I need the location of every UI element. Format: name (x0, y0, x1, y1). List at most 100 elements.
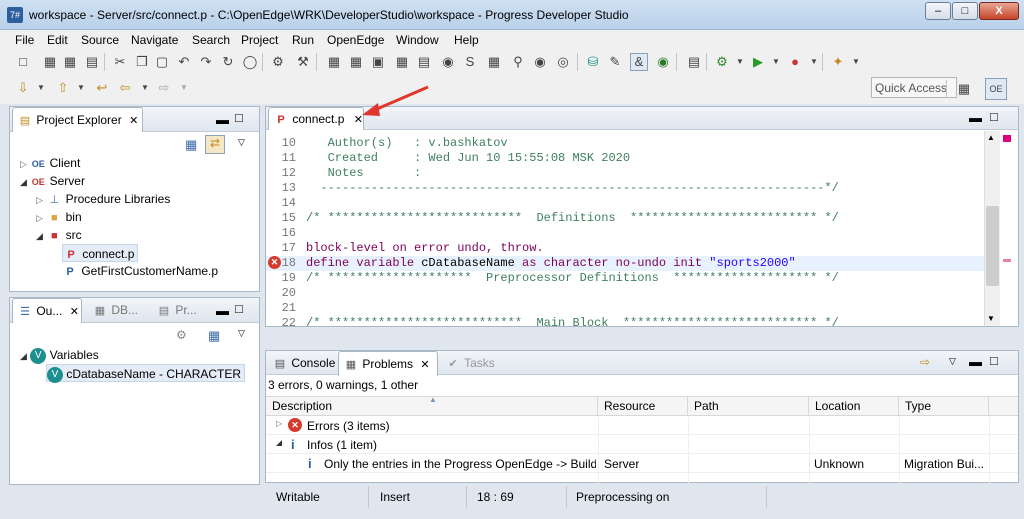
stop-icon[interactable]: ◯ (242, 54, 258, 70)
open-perspective-icon[interactable]: ▦ (956, 81, 972, 97)
error-marker-icon[interactable]: ✕ (268, 256, 281, 269)
tree-item-client[interactable]: ▷ OE Client (20, 154, 80, 172)
minimize-button[interactable]: – (925, 2, 951, 20)
tab-project-explorer[interactable]: ▤ Project Explorer ✕ (12, 107, 143, 132)
forward-dropdown-icon[interactable]: ▼ (176, 80, 192, 96)
new-file-icon[interactable]: □ (15, 54, 31, 70)
back-icon[interactable]: ⇦ (117, 80, 133, 96)
tab-tasks[interactable]: ✔ Tasks (441, 351, 501, 376)
code-line[interactable]: 22 /* *************************** Main Bl… (266, 316, 984, 326)
last-edit-icon[interactable]: ↩ (94, 80, 110, 96)
close-tab-icon[interactable]: ✕ (70, 306, 79, 318)
tree-item-bin[interactable]: ▷ ■ bin (36, 208, 82, 226)
tab-console[interactable]: ▤ Console (268, 351, 336, 376)
code-line[interactable]: 11 Created : Wed Jun 10 15:55:08 MSK 202… (266, 151, 984, 166)
maximize-view-icon[interactable]: □ (235, 301, 243, 316)
cut-icon[interactable]: ✂ (112, 54, 128, 70)
maximize-view-icon[interactable]: □ (235, 110, 243, 125)
tree-item-procedure-libraries[interactable]: ▷ ⊥ Procedure Libraries (36, 190, 170, 208)
column-resource[interactable]: Resource (598, 397, 688, 416)
wand-icon[interactable]: ✦ (830, 54, 846, 70)
tab-outline[interactable]: ☰ Ou... ✕ (12, 298, 82, 323)
code-line[interactable]: 12 Notes : (266, 166, 984, 181)
column-path[interactable]: Path (688, 397, 809, 416)
zoom-icon[interactable]: ⚲ (510, 54, 526, 70)
wand-dropdown-icon[interactable]: ▼ (848, 54, 864, 70)
column-location[interactable]: Location (809, 397, 899, 416)
copy-icon[interactable]: ❐ (134, 54, 150, 70)
quick-access-field[interactable]: Quick Access (871, 77, 957, 98)
menu-file[interactable]: File (15, 33, 34, 47)
refresh-icon[interactable]: ↻ (220, 54, 236, 70)
print-icon[interactable]: ▤ (84, 54, 100, 70)
prev-annotation-icon[interactable]: ⇧ (55, 80, 71, 96)
next-annotation-icon[interactable]: ⇩ (15, 80, 31, 96)
ampersand-toggle-icon[interactable]: & (630, 53, 648, 71)
earth-icon[interactable]: ◉ (655, 54, 671, 70)
debug-person-icon[interactable]: ◉ (440, 54, 456, 70)
database-icon[interactable]: ⛁ (585, 54, 601, 70)
maximize-editor-icon[interactable]: □ (990, 109, 998, 124)
forward-icon[interactable]: ⇨ (156, 80, 172, 96)
oe-perspective-icon[interactable]: OE (985, 78, 1007, 100)
code-line[interactable]: 20 (266, 286, 984, 301)
code-area[interactable]: 10 Author(s) : v.bashkatov 11 Created : W… (266, 131, 984, 326)
build-icon[interactable]: ⚒ (295, 54, 311, 70)
maximize-view-icon[interactable]: □ (990, 353, 998, 368)
layout-icon[interactable]: ▦ (394, 54, 410, 70)
minimize-view-icon[interactable]: ▬ (216, 112, 229, 127)
redo-icon[interactable]: ↷ (198, 54, 214, 70)
code-line[interactable]: 21 (266, 301, 984, 316)
data-icon[interactable]: ▦ (486, 54, 502, 70)
external-tools-icon[interactable]: ● (787, 54, 803, 70)
run-icon[interactable]: ▶ (750, 54, 766, 70)
code-line[interactable]: 16 (266, 226, 984, 241)
code-line[interactable]: 10 Author(s) : v.bashkatov (266, 136, 984, 151)
grid-icon[interactable]: ▦ (348, 54, 364, 70)
outline-item-cdatabasename[interactable]: V cDatabaseName - CHARACTER (46, 364, 246, 383)
tree-item-getfirstcustomername-p[interactable]: P GetFirstCustomerName.p (62, 262, 218, 280)
menu-navigate[interactable]: Navigate (131, 33, 178, 47)
menu-window[interactable]: Window (396, 33, 439, 47)
view-menu-icon[interactable]: ▽ (238, 328, 245, 339)
sql-icon[interactable]: S (462, 54, 478, 70)
code-line[interactable]: 13 -------------------------------------… (266, 181, 984, 196)
debug-gear-icon[interactable]: ⚙ (714, 54, 730, 70)
scroll-down-icon[interactable]: ▼ (987, 314, 995, 323)
tab-db-navigator[interactable]: ▦ DB... (88, 298, 150, 323)
page-icon[interactable]: ▤ (686, 54, 702, 70)
close-button[interactable]: X (979, 2, 1019, 20)
table-row[interactable]: i Only the entries in the Progress OpenE… (266, 455, 1018, 473)
menu-search[interactable]: Search (192, 33, 230, 47)
menu-project[interactable]: Project (241, 33, 278, 47)
maximize-button[interactable]: □ (952, 2, 978, 20)
column-type[interactable]: Type (899, 397, 989, 416)
minimize-view-icon[interactable]: ▬ (216, 303, 229, 318)
code-line[interactable]: 15 /* *************************** Definit… (266, 211, 984, 226)
menu-openedge[interactable]: OpenEdge (327, 33, 384, 47)
save-icon[interactable]: ▦ (42, 54, 58, 70)
next-annotation-dropdown-icon[interactable]: ▼ (33, 80, 49, 96)
tree-item-connect-p[interactable]: P connect.p (62, 244, 139, 262)
tab-properties[interactable]: ▤ Pr... (152, 298, 214, 323)
code-line[interactable]: 17 block-level on error undo, throw. (266, 241, 984, 256)
collapse-all-icon[interactable]: ▦ (185, 137, 197, 153)
scrollbar-thumb[interactable] (986, 206, 999, 286)
code-line[interactable]: 19 /* ******************** Preprocessor D… (266, 271, 984, 286)
compile-icon[interactable]: ⚙ (270, 54, 286, 70)
brush-icon[interactable]: ✎ (607, 54, 623, 70)
overview-error-marker[interactable] (1003, 135, 1011, 142)
scroll-up-icon[interactable]: ▲ (987, 133, 995, 142)
close-tab-icon[interactable]: ✕ (420, 359, 429, 371)
back-dropdown-icon[interactable]: ▼ (137, 80, 153, 96)
minimize-editor-icon[interactable]: ▬ (969, 110, 982, 125)
run-dropdown-icon[interactable]: ▼ (768, 54, 784, 70)
window-icon[interactable]: ▣ (370, 54, 386, 70)
menu-help[interactable]: Help (454, 33, 479, 47)
view-menu-icon[interactable]: ▽ (949, 356, 956, 367)
focus-icon[interactable]: ⇨ (920, 355, 930, 369)
collapse-all-icon[interactable]: ▦ (208, 328, 220, 344)
globe-icon[interactable]: ◉ (532, 54, 548, 70)
debug-dropdown-icon[interactable]: ▼ (732, 54, 748, 70)
menu-source[interactable]: Source (81, 33, 119, 47)
